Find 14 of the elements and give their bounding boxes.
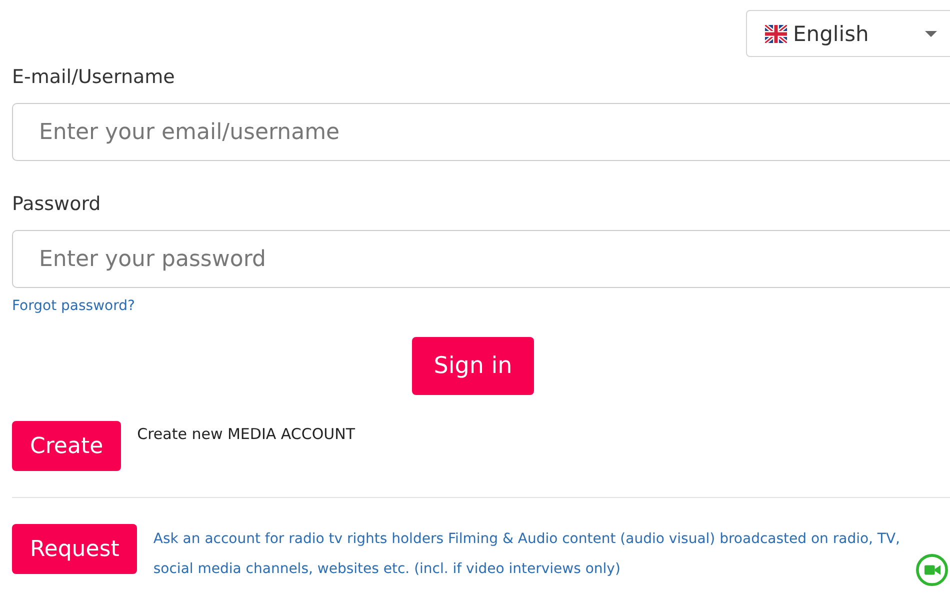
request-description: Ask an account for radio tv rights holders Filming & Audio content (audio visual) broadcasted on radio, TV, social media channels, websites etc. (incl. if video interviews only) <box>153 530 902 579</box>
language-select[interactable]: English <box>746 10 950 57</box>
flag-icon <box>765 24 787 42</box>
create-account-text: Create new MEDIA ACCOUNT <box>137 425 356 443</box>
video-camera-icon <box>916 554 948 586</box>
request-button[interactable]: Request <box>12 524 138 574</box>
field-label: E-mail/Username <box>12 66 176 90</box>
create-button[interactable]: Create <box>12 421 122 471</box>
sign-in-button[interactable]: Sign in <box>412 337 534 395</box>
username-field[interactable]: Enter your email/username <box>12 103 950 161</box>
caret-icon <box>925 30 937 36</box>
password-field[interactable]: Enter your password <box>12 230 950 288</box>
field-label: Password <box>12 193 102 217</box>
forgot-password-link[interactable]: Forgot password? <box>12 298 135 314</box>
